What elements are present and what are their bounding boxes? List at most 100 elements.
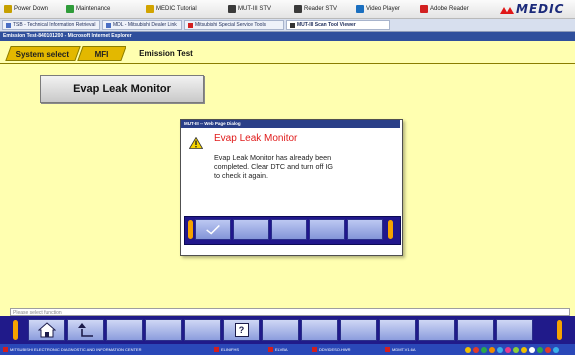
function-blank-button-10[interactable] — [496, 319, 533, 341]
video-player-label: Video Player — [366, 6, 400, 12]
reader-stv-item[interactable]: Reader STV — [294, 3, 337, 15]
tab-emission-test-label: Emission Test — [139, 49, 193, 58]
tray-icon[interactable] — [489, 346, 495, 353]
function-bar-end-cap — [557, 320, 562, 340]
function-blank-button-5[interactable] — [301, 319, 338, 341]
function-bar: ? — [0, 316, 575, 344]
browser-tab-bar: TSB - Technical Information Retrieval MD… — [0, 19, 575, 32]
dialog-blank-button-1[interactable] — [233, 219, 269, 240]
power-icon — [4, 5, 12, 13]
dialog-blank-button-3[interactable] — [309, 219, 345, 240]
browser-tab-tsb[interactable]: TSB - Technical Information Retrieval — [2, 20, 100, 30]
tray-icon[interactable] — [473, 346, 479, 353]
warning-icon — [189, 137, 203, 149]
dialog-blank-button-2[interactable] — [271, 219, 307, 240]
taskbar-item[interactable]: MITSUBISHI ELECTRONIC DIAGNOSTIC AND INF… — [3, 345, 142, 354]
tab-system-select-label: System select — [15, 50, 70, 59]
function-blank-button-6[interactable] — [340, 319, 377, 341]
taskbar-item-label: MITSUBISHI ELECTRONIC DIAGNOSTIC AND INF… — [10, 347, 142, 352]
browser-tab-label: MDL - Mitsubishi Dealer Link — [113, 22, 177, 28]
taskbar-item[interactable]: MDMT.V1.6A — [385, 345, 416, 354]
back-button[interactable] — [67, 319, 104, 341]
button-bar-end-cap — [388, 220, 393, 239]
app-icon — [385, 347, 390, 352]
browser-tab-special-tools[interactable]: Mitsubishi Special Service Tools — [184, 20, 284, 30]
checkmark-icon — [206, 224, 220, 235]
wrench-icon — [66, 5, 74, 13]
function-blank-button-4[interactable] — [262, 319, 299, 341]
taskbar-item[interactable]: ELINIFHS — [214, 345, 239, 354]
app-icon — [214, 347, 219, 352]
adobe-icon — [420, 5, 428, 13]
browser-tab-label: TSB - Technical Information Retrieval — [13, 22, 96, 28]
page-icon — [290, 22, 295, 28]
tray-icon[interactable] — [513, 346, 519, 353]
desktop-toolbar: Power Down Maintenance MEDIC Tutorial MU… — [0, 0, 575, 19]
mut-stv-item[interactable]: MUT-III STV — [228, 3, 271, 15]
taskbar-item-label: ELVBA — [275, 347, 288, 352]
maintenance-label: Maintenance — [76, 6, 111, 12]
help-button[interactable]: ? — [223, 319, 260, 341]
tray-icon[interactable] — [529, 346, 535, 353]
tutorial-icon — [146, 5, 154, 13]
tab-mfi[interactable]: MFI — [77, 46, 127, 61]
medic-tutorial-label: MEDIC Tutorial — [156, 6, 197, 12]
dialog-blank-button-4[interactable] — [347, 219, 383, 240]
stv-icon — [228, 5, 236, 13]
browser-tab-mut-viewer[interactable]: MUT-III Scan Tool Viewer — [286, 20, 390, 30]
dialog-message: Evap Leak Monitor has already been compl… — [214, 153, 333, 180]
web-page-dialog: MUT-III -- Web Page Dialog Evap Leak Mon… — [180, 119, 403, 256]
home-button[interactable] — [28, 319, 65, 341]
taskbar-item[interactable]: DDVIDESO.HWR — [312, 345, 351, 354]
tray-icon[interactable] — [505, 346, 511, 353]
medic-logo: MEDIC — [500, 1, 564, 17]
tab-divider — [0, 63, 575, 64]
browser-tab-label: MUT-III Scan Tool Viewer — [297, 22, 356, 28]
page-icon — [6, 22, 11, 28]
adobe-reader-item[interactable]: Adobe Reader — [420, 3, 469, 15]
function-blank-button-2[interactable] — [145, 319, 182, 341]
tab-emission-test[interactable]: Emission Test — [126, 46, 206, 61]
browser-tab-mdl[interactable]: MDL - Mitsubishi Dealer Link — [102, 20, 182, 30]
function-blank-button-7[interactable] — [379, 319, 416, 341]
tray-icon[interactable] — [497, 346, 503, 353]
taskbar-item[interactable]: ELVBA — [268, 345, 288, 354]
page-icon — [106, 22, 111, 28]
video-player-item[interactable]: Video Player — [356, 3, 400, 15]
tray-icon[interactable] — [553, 346, 559, 353]
function-blank-button-1[interactable] — [106, 319, 143, 341]
evap-leak-monitor-button[interactable]: Evap Leak Monitor — [40, 75, 204, 103]
dialog-button-bar — [184, 216, 401, 245]
back-arrow-icon — [77, 323, 93, 337]
system-tray — [465, 345, 559, 354]
medic-tutorial-item[interactable]: MEDIC Tutorial — [146, 3, 197, 15]
tray-icon[interactable] — [537, 346, 543, 353]
window-title: Emission Test-840101200 - Microsoft Inte… — [0, 32, 575, 41]
function-bar-end-cap — [13, 320, 18, 340]
taskbar-item-label: ELINIFHS — [221, 347, 240, 352]
power-down-label: Power Down — [14, 6, 49, 12]
page-icon — [188, 22, 193, 28]
function-blank-button-3[interactable] — [184, 319, 221, 341]
tray-icon[interactable] — [465, 346, 471, 353]
tray-icon[interactable] — [481, 346, 487, 353]
ok-button[interactable] — [195, 219, 231, 240]
home-icon — [37, 322, 56, 338]
reader-icon — [294, 5, 302, 13]
tray-icon[interactable] — [545, 346, 551, 353]
function-blank-button-8[interactable] — [418, 319, 455, 341]
browser-tab-label: Mitsubishi Special Service Tools — [195, 22, 267, 28]
power-down-item[interactable]: Power Down — [4, 3, 48, 15]
status-line: Please select function — [10, 308, 570, 316]
windows-taskbar: MITSUBISHI ELECTRONIC DIAGNOSTIC AND INF… — [0, 344, 575, 355]
dialog-heading: Evap Leak Monitor — [214, 133, 298, 144]
dialog-title-bar: MUT-III -- Web Page Dialog — [181, 120, 400, 128]
tray-icon[interactable] — [521, 346, 527, 353]
reader-stv-label: Reader STV — [304, 6, 338, 12]
function-blank-button-9[interactable] — [457, 319, 494, 341]
app-icon — [3, 347, 8, 352]
maintenance-item[interactable]: Maintenance — [66, 3, 110, 15]
tab-system-select[interactable]: System select — [5, 46, 81, 61]
app-icon — [312, 347, 317, 352]
medic-logo-text: MEDIC — [516, 2, 565, 16]
